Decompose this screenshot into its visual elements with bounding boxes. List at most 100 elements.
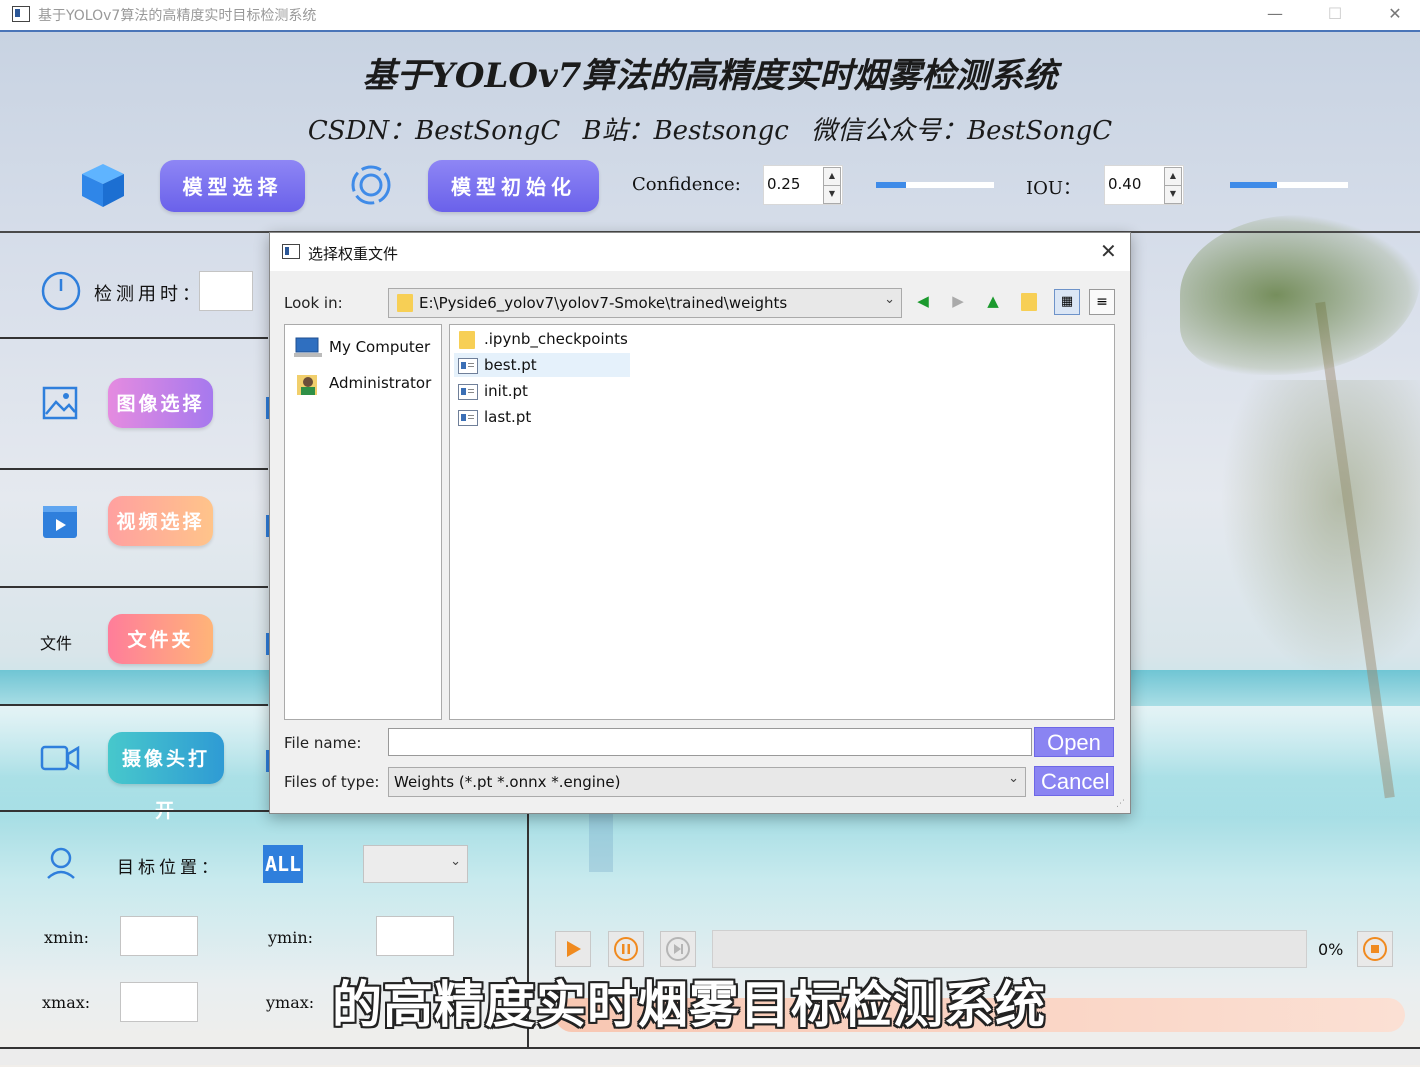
file-name: best.pt: [484, 356, 537, 374]
folder-broken-icon-label: 文件: [40, 634, 73, 653]
ymin-field: [376, 916, 454, 956]
look-in-path: E:\Pyside6_yolov7\yolov7-Smoke\trained\w…: [419, 294, 788, 312]
chevron-down-icon: ⌄: [884, 292, 895, 307]
detect-time-label: 检测用时：: [94, 284, 204, 305]
forward-arrow-icon[interactable]: ▶: [946, 289, 970, 313]
confidence-label: Confidence:: [632, 174, 741, 195]
list-item[interactable]: best.pt: [454, 353, 630, 377]
file-icon: [458, 358, 478, 374]
status-bar: [0, 1049, 1420, 1065]
cube-icon: [82, 164, 124, 207]
file-name: last.pt: [484, 408, 532, 426]
model-init-button[interactable]: 模型初始化: [428, 160, 599, 212]
new-folder-icon[interactable]: [1017, 289, 1041, 313]
iou-slider[interactable]: [1230, 182, 1348, 188]
look-in-label: Look in:: [284, 294, 343, 312]
page-title: 基于YOLOv7算法的高精度实时烟雾检测系统: [362, 56, 1058, 96]
ymin-label: ymin:: [268, 928, 314, 947]
xmin-field: [120, 916, 198, 956]
cancel-button[interactable]: Cancel: [1034, 766, 1114, 796]
look-in-combobox[interactable]: E:\Pyside6_yolov7\yolov7-Smoke\trained\w…: [388, 288, 902, 318]
confidence-slider-fill: [876, 182, 906, 188]
list-item[interactable]: init.pt: [454, 379, 629, 403]
place-administrator[interactable]: Administrator: [291, 371, 431, 397]
model-select-button[interactable]: 模型选择: [160, 160, 305, 212]
progress-text: 0%: [1318, 940, 1344, 959]
camera-icon: [40, 745, 80, 771]
list-item[interactable]: .ipynb_checkpoints: [454, 327, 629, 351]
pause-button[interactable]: [608, 931, 644, 967]
chevron-down-icon: ⌄: [450, 854, 461, 869]
image-select-button[interactable]: 图像选择: [108, 378, 213, 428]
progress-bar[interactable]: [712, 930, 1307, 968]
place-my-computer[interactable]: My Computer: [291, 335, 431, 361]
places-panel: My Computer Administrator: [284, 324, 442, 720]
list-view-icon[interactable]: ▦: [1054, 289, 1080, 315]
video-select-button[interactable]: 视频选择: [108, 496, 213, 546]
iou-slider-fill: [1230, 182, 1278, 188]
image-icon: [42, 386, 78, 420]
file-name-input[interactable]: [388, 728, 1032, 756]
folder-icon: [459, 331, 475, 349]
resize-grip-icon[interactable]: ⋰: [1116, 799, 1125, 809]
target-select-dropdown[interactable]: ⌄: [363, 845, 468, 883]
file-name-label: File name:: [284, 734, 362, 752]
file-name: init.pt: [484, 382, 528, 400]
list-item[interactable]: last.pt: [454, 405, 629, 429]
file-type-value: Weights (*.pt *.onnx *.engine): [394, 773, 621, 791]
page-subtitle: CSDN：BestSongC B站：Bestsongc 微信公众号：BestSo…: [307, 116, 1113, 146]
confidence-up-arrow-icon[interactable]: ▲: [823, 167, 841, 186]
file-type-combobox[interactable]: Weights (*.pt *.onnx *.engine) ⌄: [388, 767, 1026, 797]
app-icon: [12, 6, 30, 22]
iou-value[interactable]: 0.40: [1108, 175, 1141, 193]
file-icon: [458, 384, 478, 400]
record-button[interactable]: [1357, 931, 1393, 967]
camera-open-button[interactable]: 摄像头打开: [108, 732, 224, 822]
dialog-app-icon: [282, 244, 300, 259]
window-titlebar: 基于YOLOv7算法的高精度实时目标检测系统 — ☐ ✕: [0, 0, 1420, 30]
side-divider-4: [0, 704, 268, 706]
detail-view-icon[interactable]: ≡: [1089, 289, 1115, 315]
chevron-down-icon: ⌄: [1008, 771, 1019, 786]
minimize-button[interactable]: —: [1252, 3, 1298, 27]
stop-button[interactable]: [660, 931, 696, 967]
video-icon: [43, 506, 77, 538]
iou-spinbox[interactable]: 0.40 ▲ ▼: [1104, 165, 1184, 205]
folder-select-button[interactable]: 文件夹: [108, 614, 213, 664]
dialog-titlebar: 选择权重文件 ✕: [270, 233, 1130, 271]
file-name: .ipynb_checkpoints: [484, 330, 628, 348]
xmax-label: xmax:: [42, 993, 91, 1012]
xmin-label: xmin:: [44, 928, 90, 947]
confidence-spinbox[interactable]: 0.25 ▲ ▼: [763, 165, 843, 205]
video-subtitle-caption: 的高精度实时烟雾目标检测系统: [332, 976, 1046, 1034]
iou-up-arrow-icon[interactable]: ▲: [1164, 167, 1182, 186]
user-icon: [297, 375, 317, 395]
computer-icon: [294, 337, 322, 357]
clock-icon: [41, 271, 81, 311]
all-badge-icon: ALL: [263, 845, 303, 883]
file-type-label: Files of type:: [284, 773, 380, 791]
file-list-panel: .ipynb_checkpoints best.pt init.pt last.…: [449, 324, 1115, 720]
place-label: Administrator: [329, 374, 432, 392]
confidence-value[interactable]: 0.25: [767, 175, 800, 193]
maximize-button[interactable]: ☐: [1312, 3, 1358, 27]
target-position-label: 目标位置：: [117, 858, 222, 878]
play-button[interactable]: [555, 931, 591, 967]
iou-down-arrow-icon[interactable]: ▼: [1164, 185, 1182, 204]
skip-icon: [666, 937, 690, 961]
settings-ring-icon: [351, 165, 391, 205]
dialog-close-icon[interactable]: ✕: [1100, 239, 1117, 263]
up-arrow-icon[interactable]: ▲: [981, 289, 1005, 313]
back-arrow-icon[interactable]: ◀: [911, 289, 935, 313]
folder-icon: [397, 294, 413, 312]
location-icon: [47, 847, 75, 879]
confidence-down-arrow-icon[interactable]: ▼: [823, 185, 841, 204]
open-button[interactable]: Open: [1034, 727, 1114, 757]
side-divider-2: [0, 468, 268, 470]
file-icon: [458, 410, 478, 426]
pause-icon: [614, 937, 638, 961]
place-label: My Computer: [329, 338, 431, 356]
close-button[interactable]: ✕: [1372, 3, 1418, 27]
confidence-slider[interactable]: [876, 182, 994, 188]
play-icon: [567, 941, 581, 957]
